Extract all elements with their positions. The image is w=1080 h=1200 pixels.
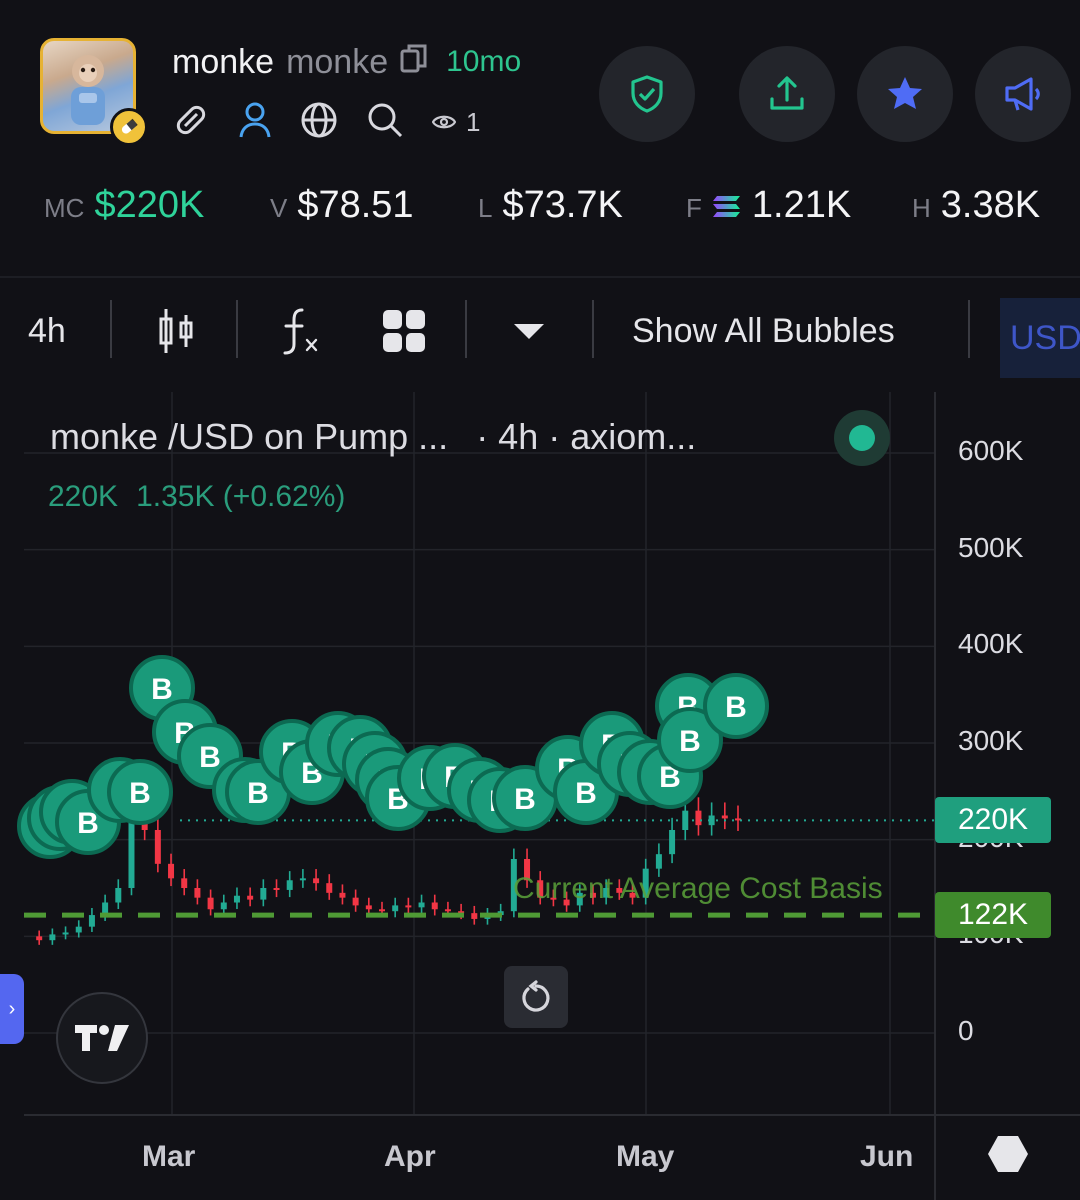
candle-body	[260, 888, 267, 900]
hexagon-icon	[988, 1136, 1028, 1172]
reset-chart-button[interactable]	[504, 966, 568, 1028]
bubble-label: B	[725, 691, 747, 724]
expand-sidebar-button[interactable]: ›	[0, 974, 24, 1044]
bubble-label: B	[514, 783, 536, 816]
x-tick-label: Jun	[860, 1140, 914, 1173]
y-tick-label: 500K	[958, 531, 1024, 563]
price-axis-border	[934, 392, 936, 1200]
candle-body	[392, 905, 399, 912]
candle-body	[471, 913, 478, 919]
bubble-label: B	[247, 777, 269, 810]
candle-body	[36, 936, 43, 941]
candle-body	[339, 892, 346, 898]
candle-body	[247, 895, 254, 900]
candle-body	[233, 895, 240, 903]
change-value: 1.35K (+0.62%)	[136, 480, 346, 513]
chevron-right-icon: ›	[8, 997, 16, 1020]
candle-body	[88, 915, 95, 927]
y-tick-label: 0	[958, 1015, 974, 1046]
bubble-label: B	[129, 777, 151, 810]
candle-body	[49, 934, 56, 941]
buy-bubble: B	[107, 759, 173, 825]
bubble-label: B	[575, 777, 597, 810]
candle-body	[379, 909, 385, 912]
y-tick-label: 300K	[958, 725, 1024, 756]
candle-body	[75, 926, 82, 933]
candle-body	[194, 888, 201, 898]
candle-body	[313, 878, 320, 884]
chart-legend-values: 220K 1.35K (+0.62%)	[48, 480, 345, 514]
candle-body	[405, 905, 412, 908]
y-tick-label: 600K	[958, 435, 1024, 466]
candle-body	[444, 909, 451, 912]
candle-body	[352, 897, 359, 906]
x-tick-label: Apr	[384, 1140, 436, 1173]
chart-interval: · 4h · axiom...	[476, 416, 697, 457]
candle-body	[669, 830, 676, 855]
settings-hex-button[interactable]	[986, 1132, 1030, 1181]
candle-body	[365, 905, 372, 910]
bubble-label: B	[679, 725, 701, 758]
candle-body	[220, 902, 227, 910]
candle-body	[431, 902, 438, 910]
candle-body	[115, 888, 122, 903]
candle-body	[721, 815, 728, 819]
x-tick-label: Mar	[142, 1140, 196, 1173]
tradingview-icon	[75, 1025, 129, 1051]
candle-body	[286, 880, 293, 890]
candle-body	[154, 830, 161, 864]
candle-body	[207, 897, 214, 910]
candle-body	[299, 878, 306, 881]
x-tick-label: May	[616, 1140, 675, 1173]
candle-body	[168, 863, 175, 879]
bubble-label: B	[199, 741, 221, 774]
chart-legend-title: monke /USD on Pump ... · 4h · axiom...	[50, 416, 696, 458]
candle-body	[62, 932, 69, 935]
candle-body	[181, 878, 188, 888]
chart-title: monke /USD on Pump ...	[50, 416, 449, 457]
buy-bubble: B	[703, 673, 769, 739]
candle-body	[273, 888, 280, 890]
y-tick-label: 400K	[958, 628, 1024, 660]
bubble-label: B	[151, 673, 173, 706]
tradingview-logo[interactable]	[56, 992, 148, 1084]
avg-cost-label: Current Average Cost Basis	[513, 872, 883, 905]
rotate-icon	[522, 980, 550, 1012]
last-value: 220K	[48, 480, 119, 513]
candle-body	[418, 902, 425, 908]
avg-cost-tag: 122K	[935, 892, 1051, 939]
current-price-tag: 220K	[935, 797, 1051, 844]
candle-body	[326, 883, 333, 893]
candle-body	[655, 854, 662, 869]
candle-body	[695, 810, 702, 826]
time-axis-border	[24, 1114, 1080, 1116]
live-status-icon	[834, 410, 890, 466]
